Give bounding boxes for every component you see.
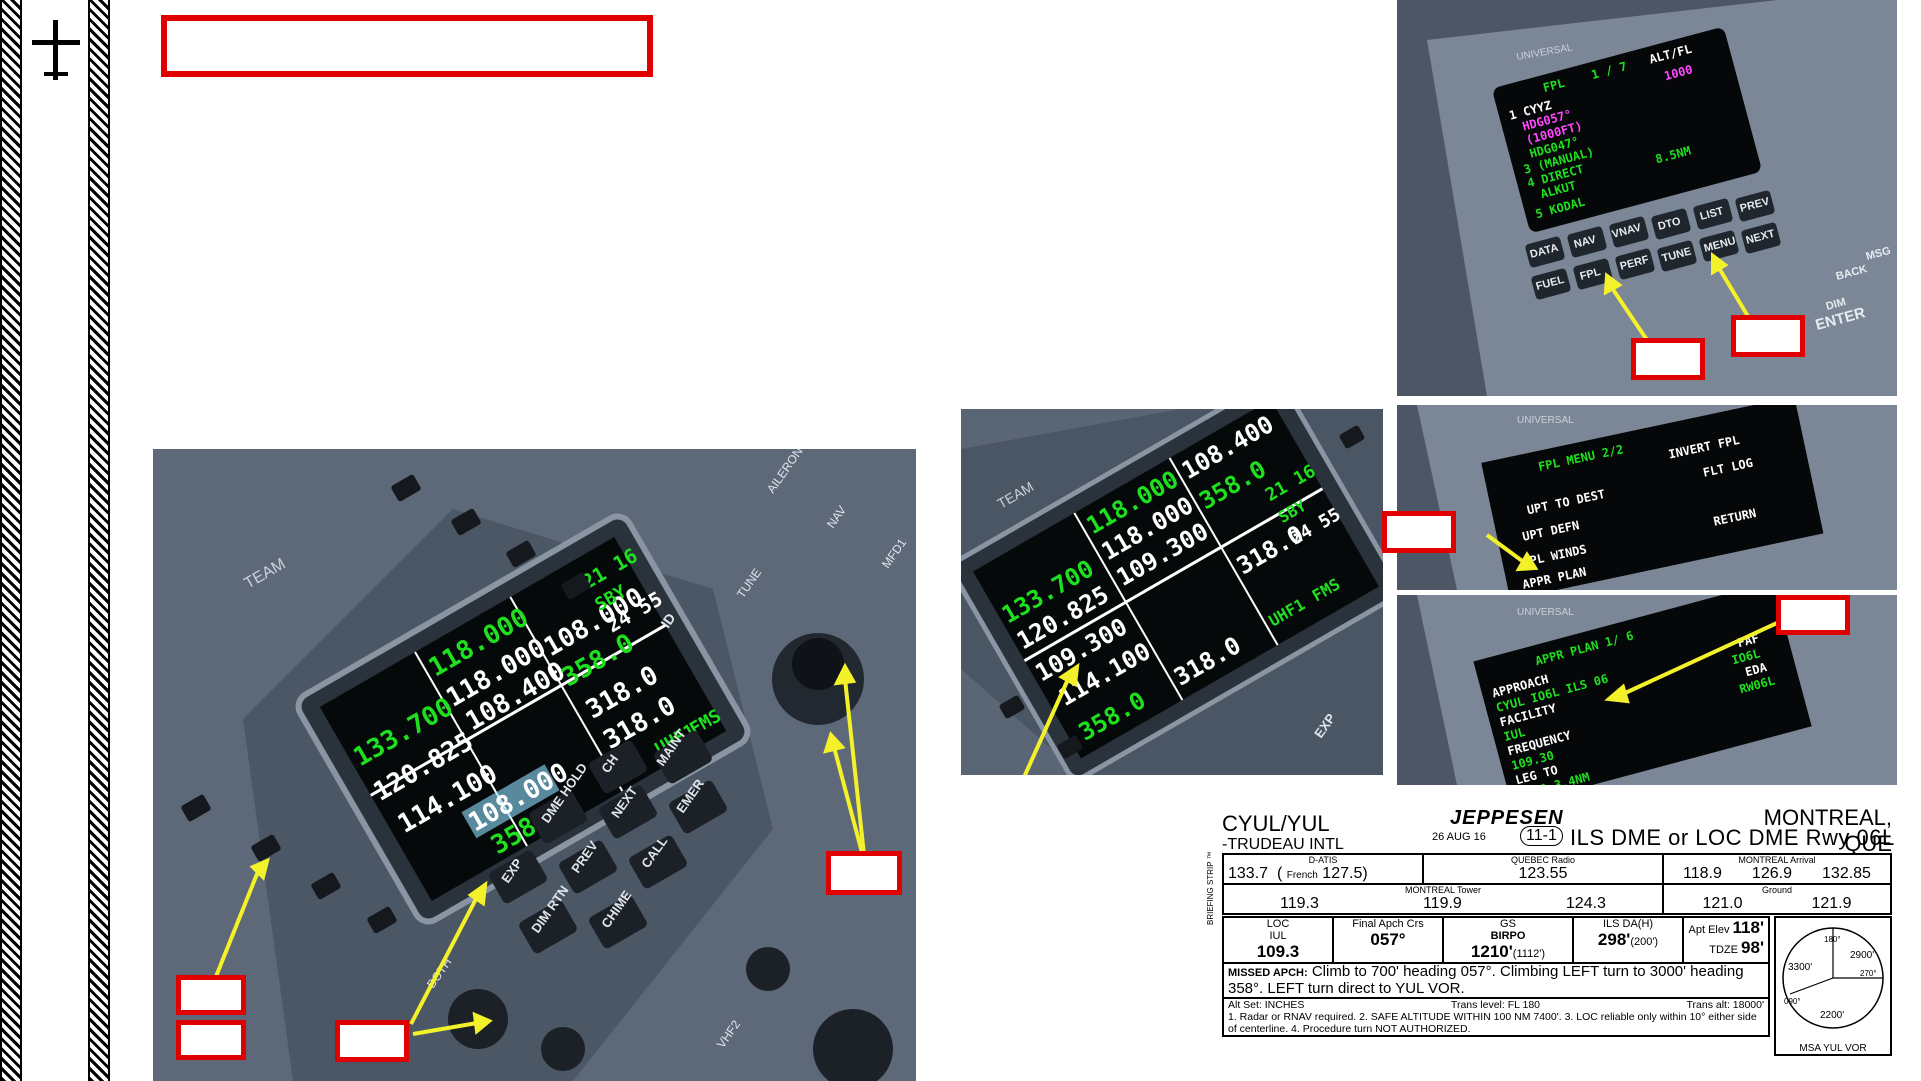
jep-tdze: 98' (1741, 938, 1764, 957)
msa-bearing-1: 180° (1824, 935, 1841, 944)
rmu-small-photo: 133.700 120.825 109.300 118.000 118.000 … (961, 409, 1383, 775)
jep-city: MONTREAL, QUE (1763, 805, 1892, 856)
msa-value-3: 2200' (1820, 1010, 1844, 1021)
jep-transalt: Trans alt: 18000' (1686, 999, 1765, 1011)
jep-loc-label: LOC (1266, 918, 1290, 930)
airplane-icon (32, 20, 80, 80)
jep-gs-alt: 1210' (1470, 942, 1513, 961)
left-rail-outer (0, 0, 22, 1081)
callout-box-3 (335, 1020, 409, 1062)
jep-fac-label: Final Apch Crs (1352, 918, 1424, 930)
jep-gs-label: GS (1500, 918, 1516, 930)
jep-ground-label: Ground (1761, 885, 1793, 895)
msa-value-2: 3300' (1788, 962, 1812, 973)
jep-datis-label: D-ATIS (1308, 855, 1338, 865)
jep-airport-name: -TRUDEAU INTL (1222, 836, 1344, 853)
jep-tower-1: 119.3 (1280, 895, 1319, 912)
title-box (161, 15, 653, 77)
appr-brand: UNIVERSAL (1517, 607, 1574, 618)
callout-box-1 (176, 975, 246, 1015)
jep-gs-agl: (1112') (1512, 948, 1546, 960)
jep-loc-id: IUL (1269, 930, 1287, 942)
left-rail-inner (88, 0, 110, 1081)
callout-box-8 (1776, 595, 1850, 635)
jep-tdze-label: TDZE (1709, 944, 1738, 956)
jep-quebec-label: QUEBEC Radio (1510, 855, 1576, 865)
msa-circle-diagram: 2900' 3300' 2200' 180° 270° 090° (1782, 927, 1884, 1029)
callout-box-5 (1631, 338, 1705, 380)
jep-ground-1: 121.0 (1702, 895, 1743, 912)
jep-arrival-label: MONTREAL Arrival (1738, 855, 1816, 865)
jep-elev: 118' (1732, 918, 1764, 937)
jep-da: 298' (1597, 930, 1631, 949)
jep-msa-box: 2900' 3300' 2200' 180° 270° 090° MSA YUL… (1774, 916, 1892, 1056)
jep-date: 26 AUG 16 (1432, 831, 1486, 843)
msa-value-1: 2900' (1850, 950, 1874, 961)
jep-briefing-label: BRIEFING STRIP ™ (1206, 851, 1215, 925)
jep-msa-label: MSA YUL VOR (1799, 1043, 1867, 1054)
jep-quebec: 123.55 (1518, 865, 1568, 882)
jep-altset: Alt Set: INCHES (1228, 999, 1305, 1011)
jep-fac: 057° (1370, 930, 1406, 949)
jep-page: 11-1 (1520, 826, 1563, 846)
fms-menu-photo: FPL MENU 2/2 INVERT FPL UPT TO DEST FLT … (1397, 405, 1897, 590)
rmu-main-photo: 133.700 120.825 118.000 118.000 114.100 … (153, 449, 916, 1081)
menu-brand: UNIVERSAL (1517, 415, 1574, 426)
jep-french-label: French (1286, 870, 1318, 881)
jep-airport-block: CYUL/YUL -TRUDEAU INTL (1222, 813, 1344, 855)
jep-datis: 133.7 (1228, 865, 1269, 882)
jep-gs-fix: BIRPO (1490, 930, 1526, 942)
callout-box-2 (176, 1020, 246, 1060)
jep-comm-table: D-ATIS 133.7 ( French 127.5) QUEBEC Radi… (1222, 853, 1892, 915)
callout-box-7 (1382, 511, 1456, 553)
jep-tower-3: 124.3 (1565, 895, 1606, 912)
jep-french: 127.5 (1322, 865, 1363, 882)
jep-missed-label: MISSED APCH: (1228, 967, 1308, 979)
jeppesen-briefing-strip: CYUL/YUL -TRUDEAU INTL JEPPESEN 26 AUG 1… (1206, 805, 1896, 1059)
jep-tower-label: MONTREAL Tower (1404, 885, 1482, 895)
jep-tower-2: 119.9 (1422, 895, 1462, 912)
jep-loc-freq: 109.3 (1256, 942, 1300, 961)
jep-translevel: Trans level: FL 180 (1450, 999, 1541, 1011)
msa-bearing-2: 270° (1860, 969, 1877, 978)
callout-box-6 (1731, 315, 1805, 357)
jep-approach-table: LOC IUL 109.3 Final Apch Crs 057° GS BIR… (1222, 916, 1770, 1037)
callout-box-4 (826, 851, 902, 895)
msa-bearing-3: 090° (1784, 997, 1801, 1006)
jep-elev-label: Apt Elev (1688, 924, 1730, 936)
jep-arrival-2: 126.9 (1751, 865, 1792, 882)
jep-notes: 1. Radar or RNAV required. 2. SAFE ALTIT… (1228, 1011, 1757, 1035)
jep-arrival-3: 132.85 (1822, 865, 1871, 882)
jep-ground-2: 121.9 (1811, 895, 1852, 912)
jep-arrival-1: 118.9 (1683, 865, 1722, 882)
jep-airport: CYUL/YUL (1222, 811, 1330, 836)
jep-dah: (200') (1630, 936, 1659, 948)
fms-fpl-photo: FPL 1 / 7 ALT/FL 1 CYYZ HDG057° (1000FT)… (1397, 0, 1897, 396)
jep-ils-label: ILS DA(H) (1602, 918, 1654, 930)
